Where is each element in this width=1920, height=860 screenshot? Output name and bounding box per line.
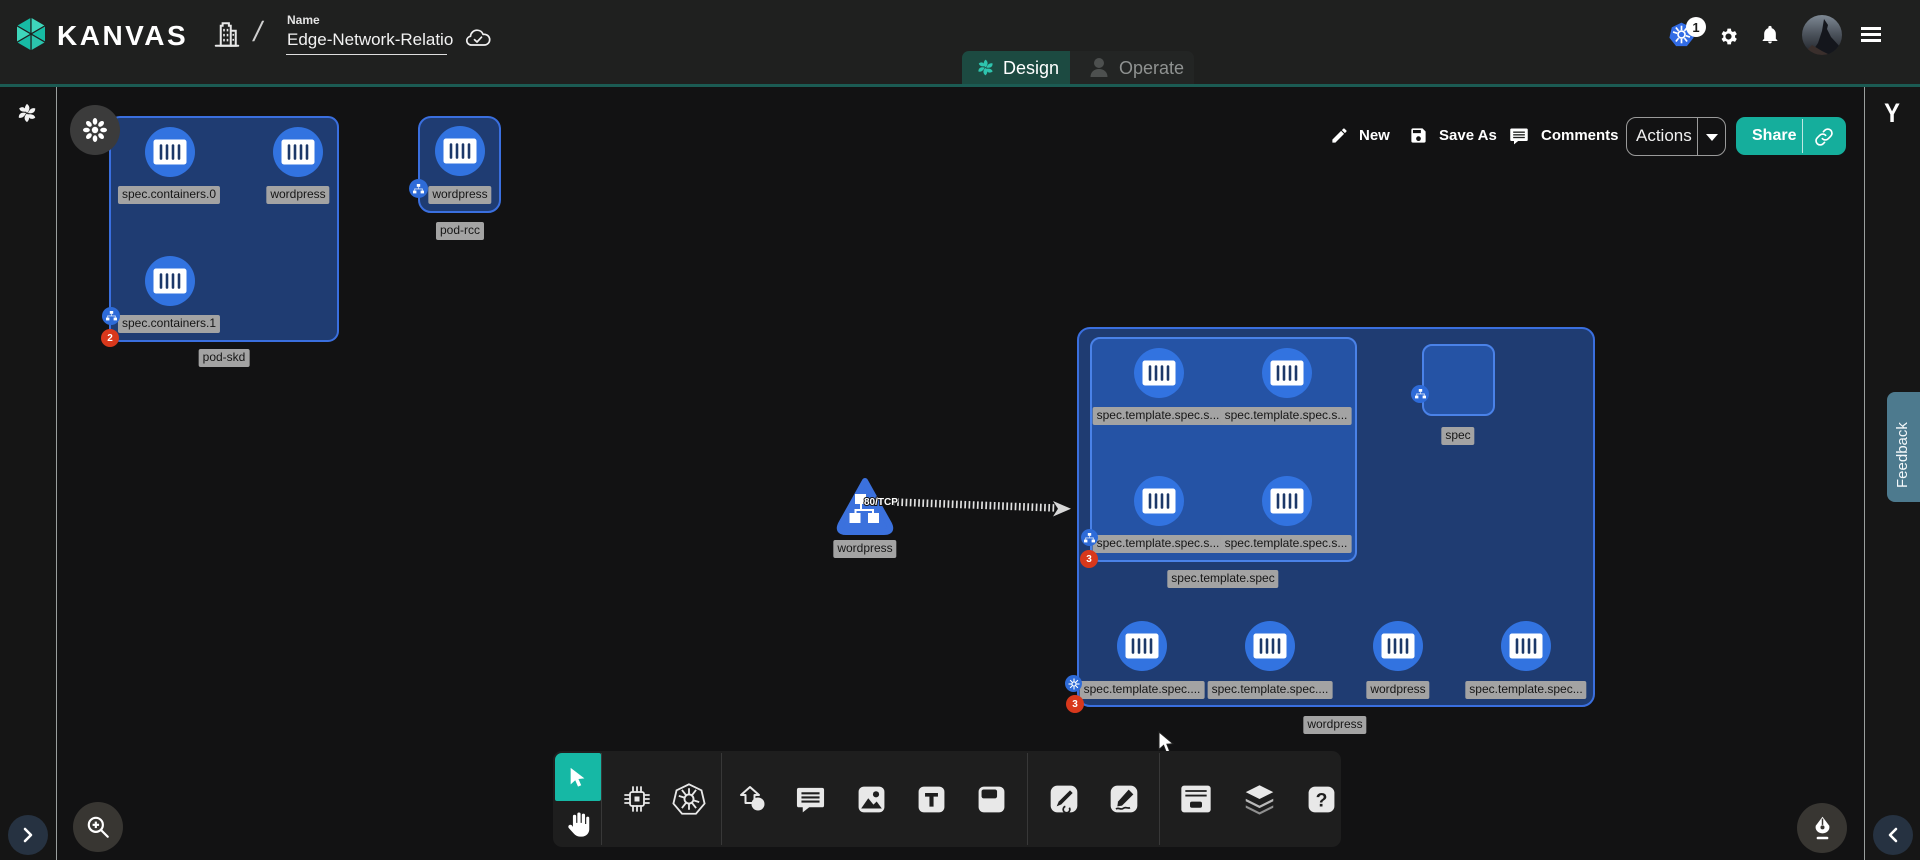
svg-text:80/TCP: 80/TCP bbox=[864, 497, 898, 508]
svg-text:?: ? bbox=[1316, 789, 1328, 811]
